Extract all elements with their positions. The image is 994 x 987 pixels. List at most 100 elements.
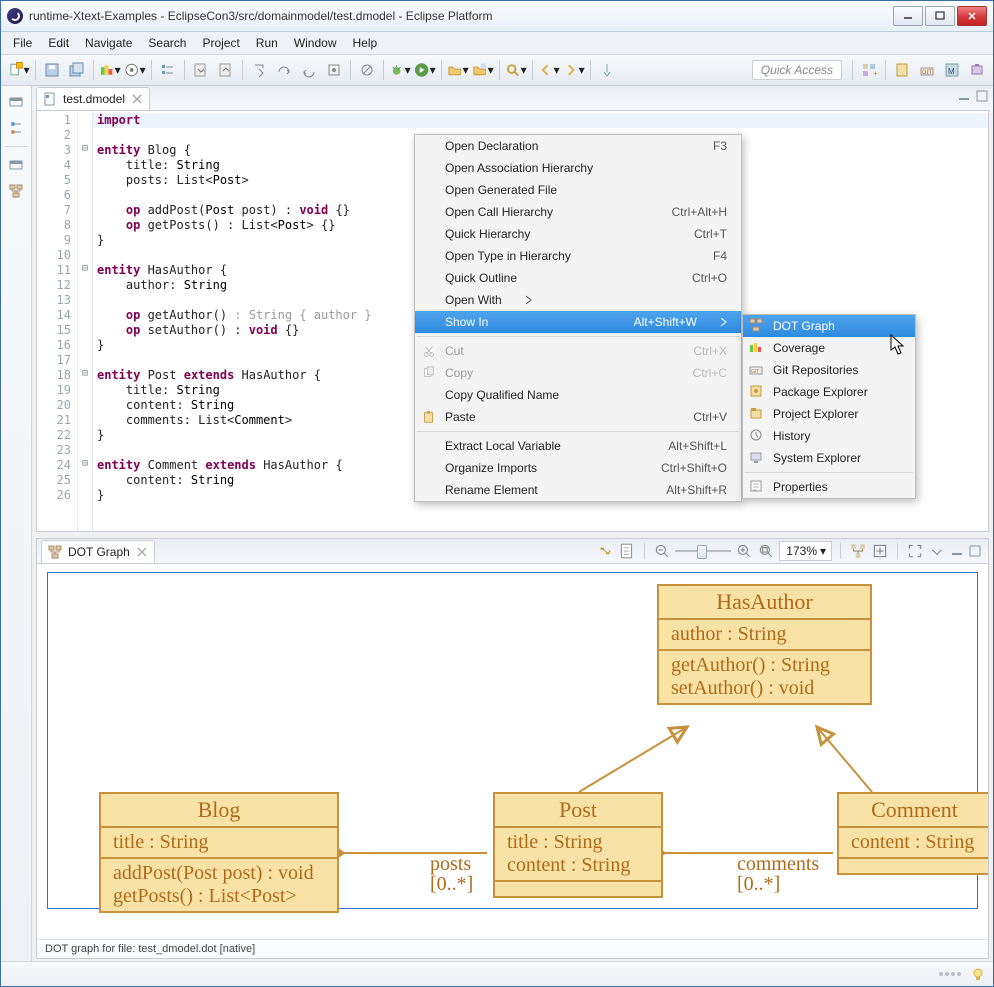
ctx-open-call-hierarchy[interactable]: Open Call HierarchyCtrl+Alt+H	[415, 201, 741, 223]
menu-bar: FileEditNavigateSearchProjectRunWindowHe…	[1, 32, 993, 55]
ctx-open-association-hierarchy[interactable]: Open Association Hierarchy	[415, 157, 741, 179]
main-toolbar: ▾ ▾ ▾ ▾ ▾ ▾ ▾ ▾	[1, 55, 993, 86]
dot-canvas[interactable]: HasAuthor author : String getAuthor() : …	[37, 564, 988, 939]
ctx-open-declaration[interactable]: Open DeclarationF3	[415, 135, 741, 157]
open-perspective-button[interactable]: +	[857, 58, 881, 82]
uml-post[interactable]: Post title : String content : String	[493, 792, 663, 898]
next-annotation-button[interactable]	[189, 58, 213, 82]
run-coverage-button[interactable]: ▾	[123, 58, 147, 82]
tip-icon[interactable]	[971, 967, 985, 981]
ctx-open-type-in-hierarchy[interactable]: Open Type in HierarchyF4	[415, 245, 741, 267]
git-perspective-button[interactable]: GIT	[915, 58, 939, 82]
search-button[interactable]: ▾	[504, 58, 528, 82]
uml-hasauthor[interactable]: HasAuthor author : String getAuthor() : …	[657, 584, 872, 705]
minimize-view-icon[interactable]	[950, 544, 964, 558]
editor-tab-test-dmodel[interactable]: test.dmodel	[36, 87, 150, 110]
uml-title: HasAuthor	[659, 586, 870, 618]
quick-access-input[interactable]: Quick Access	[752, 60, 842, 80]
showin-system-explorer[interactable]: System Explorer	[743, 447, 915, 469]
menu-navigate[interactable]: Navigate	[77, 34, 140, 52]
ctx-paste[interactable]: PasteCtrl+V	[415, 406, 741, 428]
menu-file[interactable]: File	[5, 34, 40, 52]
run-button[interactable]: ▾	[413, 58, 437, 82]
heap-status-icon	[939, 972, 961, 976]
restore-view-button[interactable]	[6, 92, 26, 112]
showin-history[interactable]: History	[743, 425, 915, 447]
link-with-editor-button[interactable]	[596, 542, 614, 560]
graph-view-icon[interactable]	[6, 181, 26, 201]
editor-context-menu[interactable]: Open DeclarationF3Open Association Hiera…	[414, 134, 742, 502]
showin-git-repositories[interactable]: GITGit Repositories	[743, 359, 915, 381]
zoom-in-button[interactable]	[735, 542, 753, 560]
outline-view-icon[interactable]	[6, 118, 26, 138]
menu-project[interactable]: Project	[194, 34, 247, 52]
minimize-button[interactable]	[893, 6, 923, 26]
dot-footer-label: DOT graph for file: test_dmodel.dot [nat…	[37, 939, 988, 958]
zoom-combo[interactable]: 173%▾	[779, 541, 832, 561]
maximize-view-icon[interactable]	[968, 544, 982, 558]
uml-comment[interactable]: Comment content : String	[837, 792, 988, 875]
restore-view-button-2[interactable]	[6, 155, 26, 175]
refresh-button[interactable]	[618, 542, 636, 560]
debug-button[interactable]: ▾	[388, 58, 412, 82]
export-button[interactable]	[871, 542, 889, 560]
plugin-perspective-button[interactable]	[965, 58, 989, 82]
ctx-show-in[interactable]: Show InAlt+Shift+W	[415, 311, 741, 333]
uml-title: Post	[495, 794, 661, 826]
ctx-open-generated-file[interactable]: Open Generated File	[415, 179, 741, 201]
back-button[interactable]: ▾	[537, 58, 561, 82]
menu-window[interactable]: Window	[286, 34, 345, 52]
ctx-quick-outline[interactable]: Quick OutlineCtrl+O	[415, 267, 741, 289]
coverage-button[interactable]: ▾	[98, 58, 122, 82]
fit-window-button[interactable]	[906, 542, 924, 560]
ctx-copy-qualified-name[interactable]: Copy Qualified Name	[415, 384, 741, 406]
uml-attrs: author : String	[659, 620, 870, 649]
zoom-out-button[interactable]	[653, 542, 671, 560]
ctx-quick-hierarchy[interactable]: Quick HierarchyCtrl+T	[415, 223, 741, 245]
close-tab-icon[interactable]	[131, 93, 143, 105]
ctx-rename-element[interactable]: Rename ElementAlt+Shift+R	[415, 479, 741, 501]
new-button[interactable]: ▾	[7, 58, 31, 82]
zoom-slider[interactable]	[675, 546, 731, 556]
step-into-button[interactable]	[247, 58, 271, 82]
dot-view-header: DOT Graph 173%▾	[37, 539, 988, 564]
maximize-button[interactable]	[925, 6, 955, 26]
minimize-editor-icon[interactable]	[957, 89, 971, 103]
modeling-perspective-button[interactable]: M	[940, 58, 964, 82]
menu-run[interactable]: Run	[248, 34, 286, 52]
close-tab-icon[interactable]	[136, 546, 148, 558]
layout-button[interactable]	[849, 542, 867, 560]
ctx-extract-local-variable[interactable]: Extract Local VariableAlt+Shift+L	[415, 435, 741, 457]
dot-graph-tab[interactable]: DOT Graph	[41, 540, 155, 563]
step-over-button[interactable]	[272, 58, 296, 82]
menu-help[interactable]: Help	[345, 34, 386, 52]
ctx-open-with[interactable]: Open With	[415, 289, 741, 311]
uml-ops: addPost(Post post) : void getPosts() : L…	[101, 859, 337, 911]
skip-breakpoints-button[interactable]	[355, 58, 379, 82]
showin-properties[interactable]: Properties	[743, 476, 915, 498]
svg-text:M: M	[948, 67, 955, 76]
view-menu-button[interactable]	[928, 542, 946, 560]
step-return-button[interactable]	[297, 58, 321, 82]
maximize-editor-icon[interactable]	[975, 89, 989, 103]
save-all-button[interactable]	[65, 58, 89, 82]
uml-blog[interactable]: Blog title : String addPost(Post post) :…	[99, 792, 339, 913]
fold-gutter[interactable]: ⊟⊟⊟⊟	[78, 111, 93, 531]
ctx-cut: CutCtrl+X	[415, 340, 741, 362]
pin-button[interactable]	[595, 58, 619, 82]
prev-annotation-button[interactable]	[214, 58, 238, 82]
drop-to-frame-button[interactable]	[322, 58, 346, 82]
save-button[interactable]	[40, 58, 64, 82]
close-button[interactable]	[957, 6, 987, 26]
showin-package-explorer[interactable]: Package Explorer	[743, 381, 915, 403]
forward-button[interactable]: ▾	[562, 58, 586, 82]
open-type-button[interactable]: ▾	[471, 58, 495, 82]
ctx-organize-imports[interactable]: Organize ImportsCtrl+Shift+O	[415, 457, 741, 479]
menu-search[interactable]: Search	[140, 34, 194, 52]
toggle-breadcrumb-button[interactable]	[156, 58, 180, 82]
open-folder-button[interactable]: ▾	[446, 58, 470, 82]
menu-edit[interactable]: Edit	[40, 34, 77, 52]
showin-project-explorer[interactable]: Project Explorer	[743, 403, 915, 425]
resource-perspective-button[interactable]	[890, 58, 914, 82]
zoom-fit-button[interactable]	[757, 542, 775, 560]
